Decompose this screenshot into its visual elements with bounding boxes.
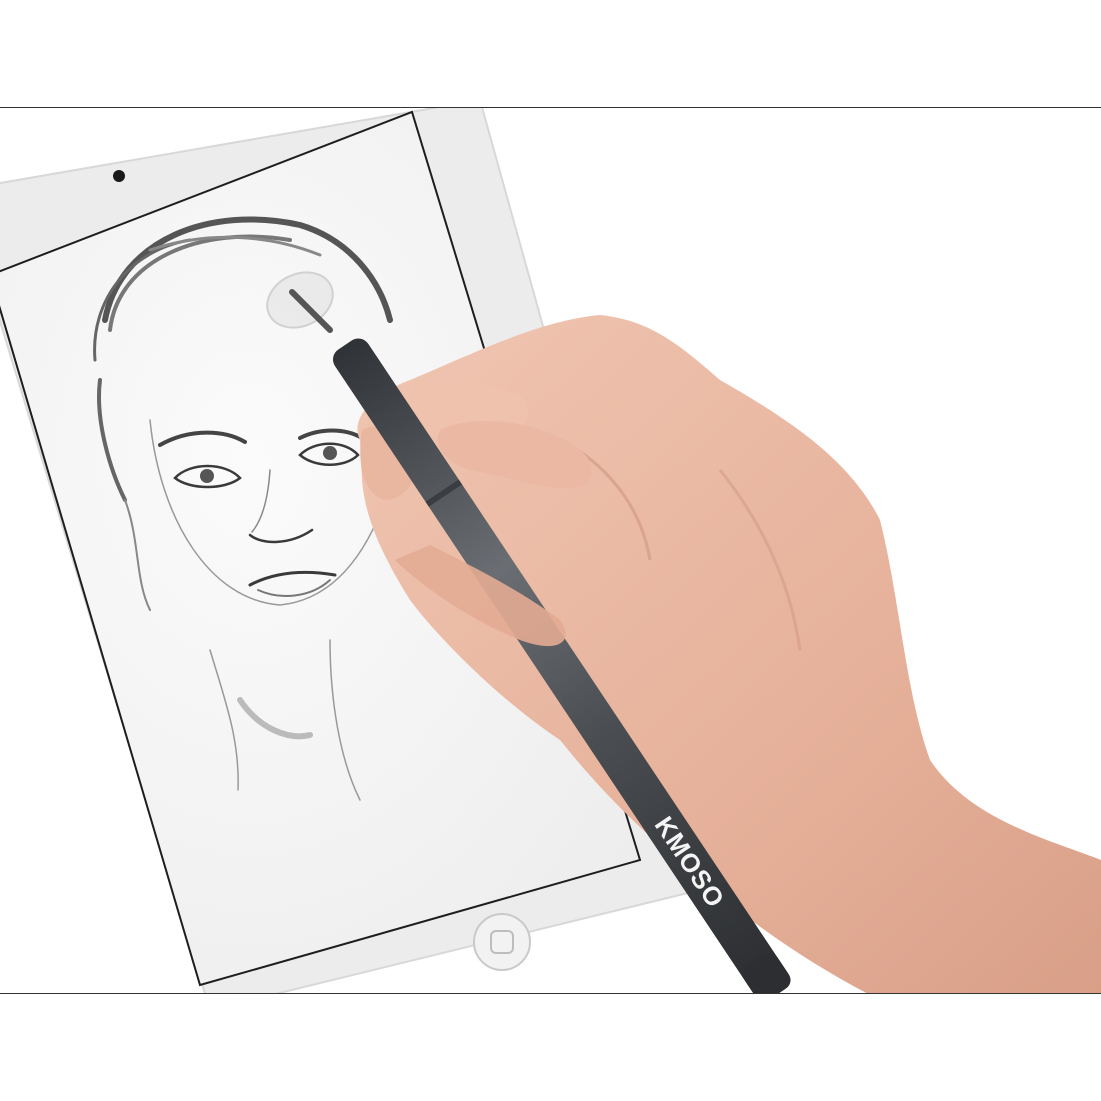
camera-dot	[113, 170, 125, 182]
product-photo: KMOSO	[0, 0, 1101, 1101]
home-button	[473, 913, 531, 971]
photo-scene: KMOSO	[0, 108, 1101, 993]
